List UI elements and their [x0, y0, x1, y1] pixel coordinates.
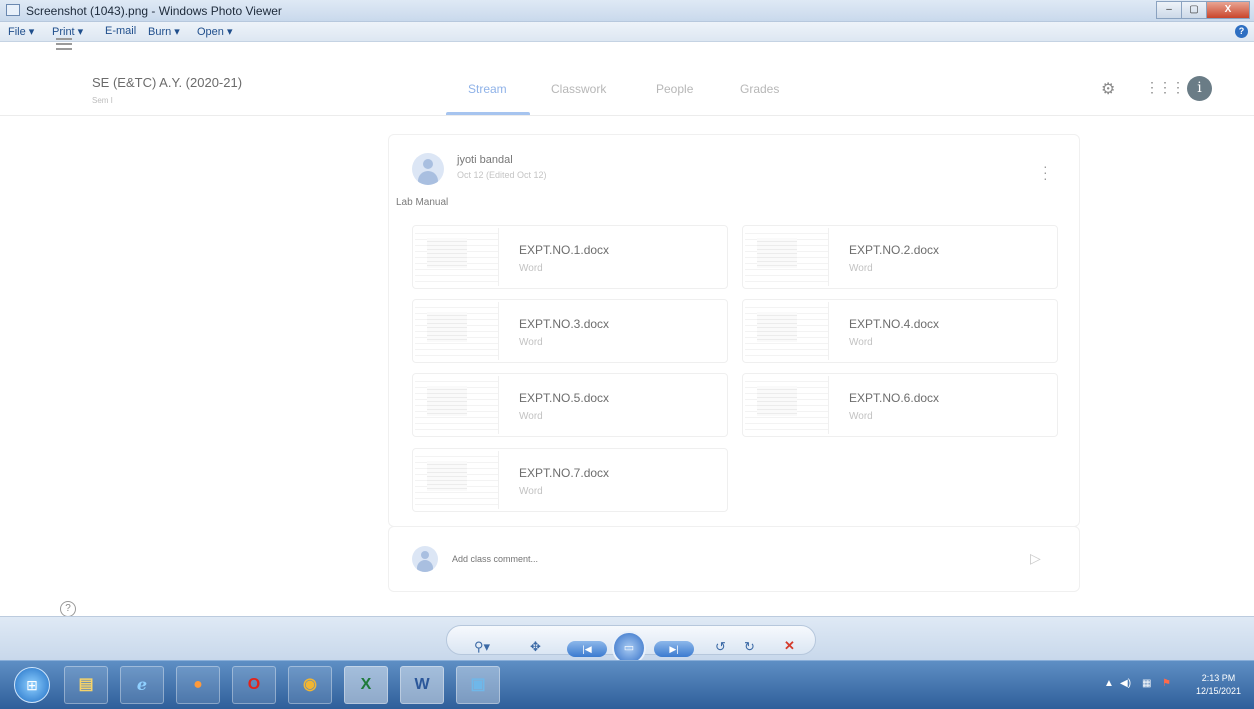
attachment-type: Word [519, 263, 543, 274]
tab-classwork[interactable]: Classwork [551, 82, 606, 96]
attachment-name: EXPT.NO.2.docx [849, 243, 940, 257]
menu-email[interactable]: E-mail [105, 25, 136, 37]
attachment-type: Word [849, 263, 873, 274]
clock-time: 2:13 PM [1201, 673, 1236, 683]
help-question-icon[interactable]: ? [60, 601, 76, 617]
menu-print[interactable]: Print ▾ [52, 25, 83, 38]
tab-stream[interactable]: Stream [468, 82, 507, 96]
document-thumbnail [415, 302, 499, 360]
document-thumbnail [745, 376, 829, 434]
excel-icon[interactable]: X [344, 666, 388, 704]
more-options-icon[interactable]: · · · [1043, 159, 1048, 185]
post-text: Lab Manual [396, 197, 449, 208]
hamburger-menu-icon[interactable] [56, 38, 72, 50]
attachment-card[interactable]: EXPT.NO.5.docx Word [412, 373, 728, 437]
attachment-name: EXPT.NO.1.docx [519, 243, 610, 257]
maximize-button[interactable]: ▢ [1181, 1, 1207, 19]
document-thumbnail [745, 228, 829, 286]
tab-grades[interactable]: Grades [740, 82, 779, 96]
attachment-card[interactable]: EXPT.NO.4.docx Word [742, 299, 1058, 363]
menu-burn[interactable]: Burn ▾ [148, 25, 180, 38]
minimize-button[interactable]: – [1156, 1, 1182, 19]
attachment-card[interactable]: EXPT.NO.7.docx Word [412, 448, 728, 512]
attachment-name: EXPT.NO.6.docx [849, 391, 940, 405]
window-titlebar: Screenshot (1043).png - Windows Photo Vi… [0, 0, 1254, 22]
attachment-name: EXPT.NO.3.docx [519, 317, 610, 331]
attachment-card[interactable]: EXPT.NO.2.docx Word [742, 225, 1058, 289]
previous-icon[interactable]: |◀ [567, 641, 607, 657]
attachment-card[interactable]: EXPT.NO.6.docx Word [742, 373, 1058, 437]
attachment-name: EXPT.NO.5.docx [519, 391, 610, 405]
rotate-counterclockwise-icon[interactable]: ↺ [715, 639, 726, 655]
attachment-type: Word [519, 337, 543, 348]
class-comment-input[interactable] [452, 552, 1012, 566]
apps-grid-icon[interactable]: ⋮⋮⋮ [1145, 79, 1185, 96]
media-player-icon[interactable]: ● [176, 666, 220, 704]
document-thumbnail [415, 451, 499, 509]
post-date: Oct 12 (Edited Oct 12) [457, 170, 547, 180]
class-subtitle: Sem I [92, 96, 113, 105]
attachment-type: Word [519, 486, 543, 497]
active-tab-indicator [446, 112, 530, 115]
settings-gear-icon[interactable]: ⚙ [1101, 79, 1115, 99]
rotate-clockwise-icon[interactable]: ↻ [744, 639, 755, 655]
author-avatar-icon [412, 153, 444, 185]
document-thumbnail [415, 376, 499, 434]
attachment-card[interactable]: EXPT.NO.1.docx Word [412, 225, 728, 289]
photo-viewer-taskbar-icon[interactable]: ▣ [456, 666, 500, 704]
delete-icon[interactable]: ✕ [784, 638, 795, 654]
menu-open[interactable]: Open ▾ [197, 25, 233, 38]
attachment-type: Word [849, 411, 873, 422]
document-thumbnail [745, 302, 829, 360]
opera-icon[interactable]: O [232, 666, 276, 704]
network-icon[interactable]: ▦ [1142, 678, 1151, 689]
commenter-avatar-icon [412, 546, 438, 572]
window-controls: – ▢ X [1156, 1, 1250, 19]
action-center-flag-icon[interactable]: ⚑ [1162, 678, 1171, 689]
class-title[interactable]: SE (E&TC) A.Y. (2020-21) [92, 75, 242, 90]
volume-icon[interactable]: ◀) [1120, 678, 1131, 689]
windows-taskbar: ⊞ ▤ e ● O ◉ X W ▣ ▲ ◀) ▦ ⚑ 2:13 PM 12/15… [0, 660, 1254, 709]
start-button-icon[interactable]: ⊞ [14, 667, 50, 703]
send-icon[interactable]: ▷ [1030, 550, 1041, 567]
attachment-name: EXPT.NO.7.docx [519, 466, 610, 480]
internet-explorer-icon[interactable]: e [120, 666, 164, 704]
clock-date: 12/15/2021 [1196, 686, 1242, 696]
close-button[interactable]: X [1206, 1, 1250, 19]
attachment-type: Word [849, 337, 873, 348]
account-avatar[interactable]: i [1187, 76, 1212, 101]
attachment-type: Word [519, 411, 543, 422]
file-explorer-icon[interactable]: ▤ [64, 666, 108, 704]
attachment-name: EXPT.NO.4.docx [849, 317, 940, 331]
show-hidden-icons-icon[interactable]: ▲ [1104, 678, 1114, 689]
menu-file[interactable]: File ▾ [8, 25, 34, 38]
system-clock[interactable]: 2:13 PM 12/15/2021 [1196, 672, 1241, 698]
post-author: jyoti bandal [457, 154, 513, 166]
word-icon[interactable]: W [400, 666, 444, 704]
next-icon[interactable]: ▶| [654, 641, 694, 657]
tab-people[interactable]: People [656, 82, 693, 96]
actual-size-icon[interactable]: ✥ [530, 639, 541, 655]
zoom-icon[interactable]: ⚲▾ [474, 639, 490, 655]
menu-bar: File ▾ Print ▾ E-mail Burn ▾ Open ▾ ? [0, 22, 1254, 42]
window-title: Screenshot (1043).png - Windows Photo Vi… [26, 4, 282, 18]
chrome-icon[interactable]: ◉ [288, 666, 332, 704]
help-icon[interactable]: ? [1235, 25, 1248, 38]
photo-viewer-app-icon [6, 4, 20, 16]
attachment-card[interactable]: EXPT.NO.3.docx Word [412, 299, 728, 363]
document-thumbnail [415, 228, 499, 286]
